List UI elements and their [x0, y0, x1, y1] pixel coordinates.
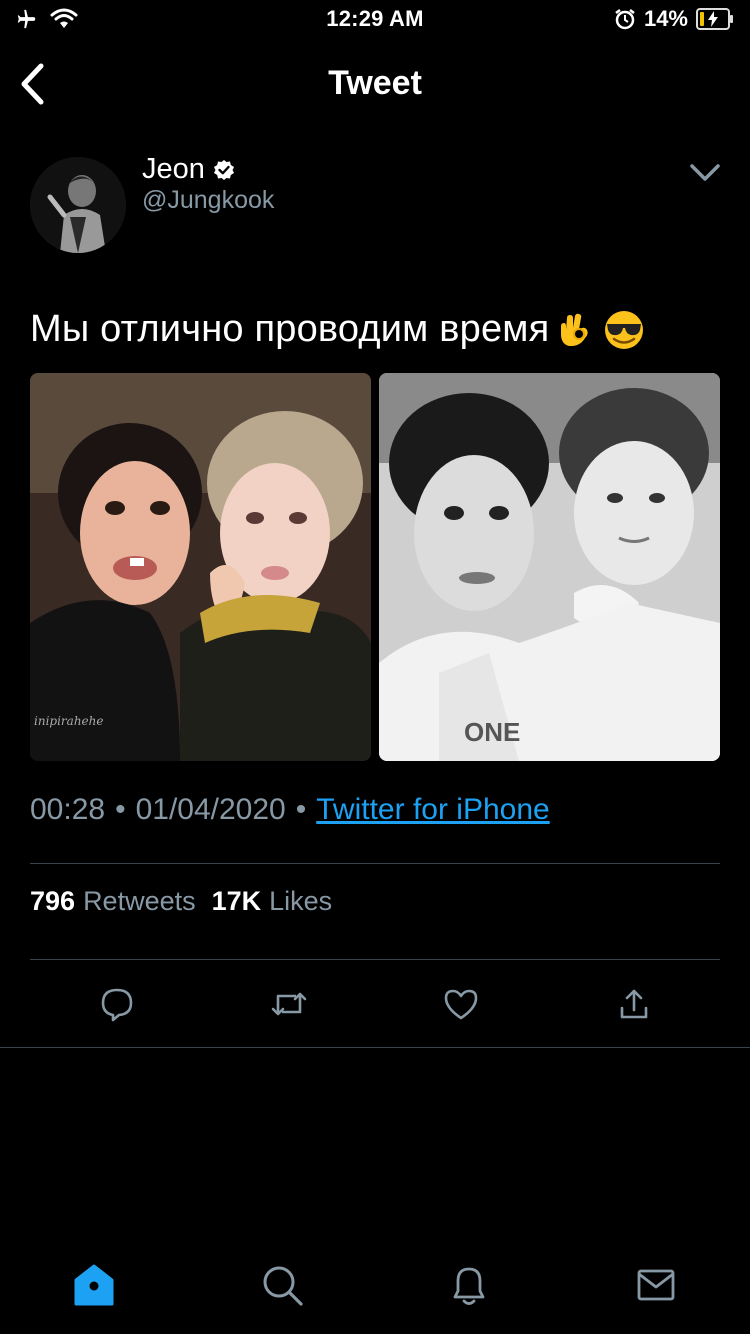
ok-hand-emoji: [561, 313, 589, 346]
tweet-text-content: Мы отлично проводим время: [30, 308, 550, 350]
share-icon: [620, 989, 648, 1019]
page-title: Tweet: [328, 64, 422, 102]
photo-image: inipirahehe: [30, 373, 371, 761]
meta-separator: •: [295, 793, 307, 826]
messages-icon: [637, 1269, 675, 1301]
share-button[interactable]: [612, 982, 656, 1026]
photo-watermark: inipirahehe: [34, 714, 103, 728]
tweet-date: 01/04/2020: [135, 793, 286, 826]
sunglasses-face-emoji: [605, 310, 644, 349]
author-name-row[interactable]: Jeon: [142, 153, 235, 186]
tweet-stats: 796 Retweets 17K Likes: [30, 886, 340, 917]
divider: [30, 959, 720, 960]
tweet-options-button[interactable]: [688, 160, 722, 186]
retweet-button[interactable]: [267, 982, 311, 1026]
alarm-icon: [615, 9, 635, 30]
home-icon: [74, 1264, 114, 1306]
notifications-icon: [453, 1267, 485, 1305]
reply-icon: [101, 988, 133, 1022]
verified-badge-icon: [213, 159, 234, 180]
meta-separator: •: [115, 793, 126, 826]
tab-notifications[interactable]: [444, 1260, 494, 1310]
battery-charging-icon: [696, 8, 733, 30]
tweet-photo-1[interactable]: inipirahehe: [30, 373, 371, 761]
search-icon: [263, 1266, 303, 1306]
like-button[interactable]: [439, 982, 483, 1026]
tweet-source-link[interactable]: Twitter for iPhone: [316, 793, 549, 827]
status-bar: 12:29 AM 14%: [0, 0, 750, 40]
tweet-meta: 00:28 • 01/04/2020 • Twitter for iPhone: [30, 793, 550, 827]
like-icon: [444, 989, 478, 1020]
author-handle[interactable]: @Jungkook: [142, 186, 274, 215]
chevron-down-icon: [690, 164, 720, 181]
tab-search[interactable]: [257, 1260, 307, 1310]
shirt-text: ONE: [464, 717, 520, 747]
tweet-time: 00:28: [30, 793, 106, 826]
author-display-name: Jeon: [142, 153, 205, 185]
avatar[interactable]: [30, 157, 126, 253]
retweets-label[interactable]: Retweets: [83, 886, 196, 917]
tab-messages[interactable]: [631, 1260, 681, 1310]
photo-image: ONE: [379, 373, 720, 761]
tweet-photo-2[interactable]: ONE: [379, 373, 720, 761]
divider: [30, 863, 720, 864]
retweet-icon: [271, 992, 307, 1016]
tweet-text: Мы отлично проводим время: [30, 308, 647, 351]
likes-label[interactable]: Likes: [269, 886, 332, 917]
status-right: 14%: [614, 6, 733, 32]
retweets-count[interactable]: 796: [30, 886, 75, 917]
reply-button[interactable]: [95, 982, 139, 1026]
battery-percent: 14%: [643, 6, 688, 31]
divider: [0, 1047, 750, 1048]
likes-count[interactable]: 17K: [212, 886, 262, 917]
avatar-image: [30, 157, 126, 253]
tab-home[interactable]: [69, 1260, 119, 1310]
